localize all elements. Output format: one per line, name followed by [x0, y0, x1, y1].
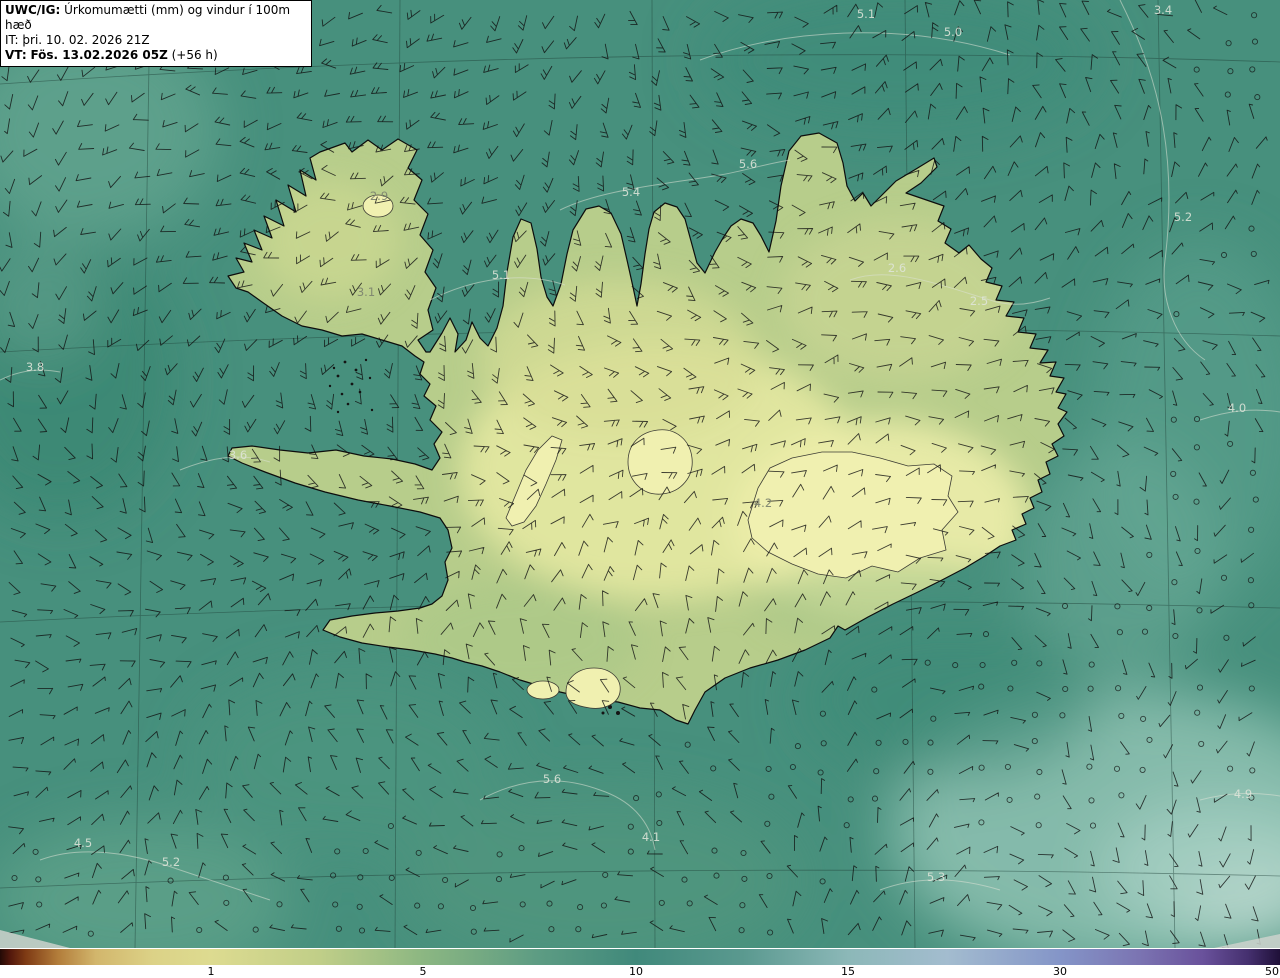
init-time-line: IT: þri. 10. 02. 2026 21Z: [5, 33, 305, 48]
contour-label: 5.2: [1174, 210, 1192, 224]
contour-label: 5.0: [944, 25, 962, 39]
weather-map-page: 5.1 5.0 3.4 5.6 5.4 2.9 5.2 5.1 3.1 2.6 2.5 3.8 4.0 3…: [0, 0, 1280, 978]
colorbar-tick-label: 15: [841, 965, 855, 978]
model-label: UWC/IG:: [5, 3, 61, 17]
contour-label: 2.5: [970, 294, 988, 308]
map-info-box: UWC/IG: Úrkomumætti (mm) og vindur í 100…: [0, 0, 312, 67]
contour-label: 3.4: [1154, 3, 1172, 17]
colorbar-tick-label: 10: [629, 965, 643, 978]
contour-label: 5.3: [927, 870, 945, 884]
contour-label: 5.6: [543, 772, 561, 786]
init-time: þri. 10. 02. 2026 21Z: [22, 33, 150, 47]
contour-label: 2.6: [888, 261, 906, 275]
contour-label: 3.6: [229, 448, 247, 462]
weather-map-svg: 5.1 5.0 3.4 5.6 5.4 2.9 5.2 5.1 3.1 2.6 2.5 3.8 4.0 3…: [0, 0, 1280, 948]
glacier-hofsjokull: [627, 429, 693, 495]
glacier-eyjafjallajokull: [526, 680, 560, 700]
valid-time: Fös. 13.02.2026 05Z: [30, 48, 168, 62]
init-label: IT:: [5, 33, 19, 47]
contour-label: 3.1: [357, 285, 375, 299]
colorbar: 1 5 10 15 30 50: [0, 948, 1280, 978]
contour-label: 5.1: [492, 268, 510, 282]
contour-label: 4.2: [754, 496, 772, 510]
contour-label: 5.1: [857, 7, 875, 21]
colorbar-tick-label: 5: [419, 965, 427, 978]
title-line: UWC/IG: Úrkomumætti (mm) og vindur í 100…: [5, 3, 305, 33]
contour-label: 4.9: [1234, 787, 1252, 801]
valid-label: VT:: [5, 48, 27, 62]
colorbar-tick-label: 1: [207, 965, 215, 978]
colorbar-ticks: 1 5 10 15 30 50: [0, 948, 1280, 978]
contour-label: 5.4: [622, 185, 640, 199]
colorbar-tick-label: 30: [1053, 965, 1067, 978]
contour-label: 4.1: [642, 830, 660, 844]
contour-label: 2.9: [370, 189, 388, 203]
valid-time-line: VT: Fös. 13.02.2026 05Z (+56 h): [5, 48, 305, 63]
contour-label: 4.5: [74, 836, 92, 850]
contour-label: 4.0: [1228, 401, 1246, 415]
contour-label: 5.6: [739, 157, 757, 171]
colorbar-tick-label: 50: [1265, 965, 1279, 978]
valid-offset: (+56 h): [171, 48, 218, 62]
contour-label: 3.8: [26, 360, 44, 374]
contour-label: 5.2: [162, 855, 180, 869]
